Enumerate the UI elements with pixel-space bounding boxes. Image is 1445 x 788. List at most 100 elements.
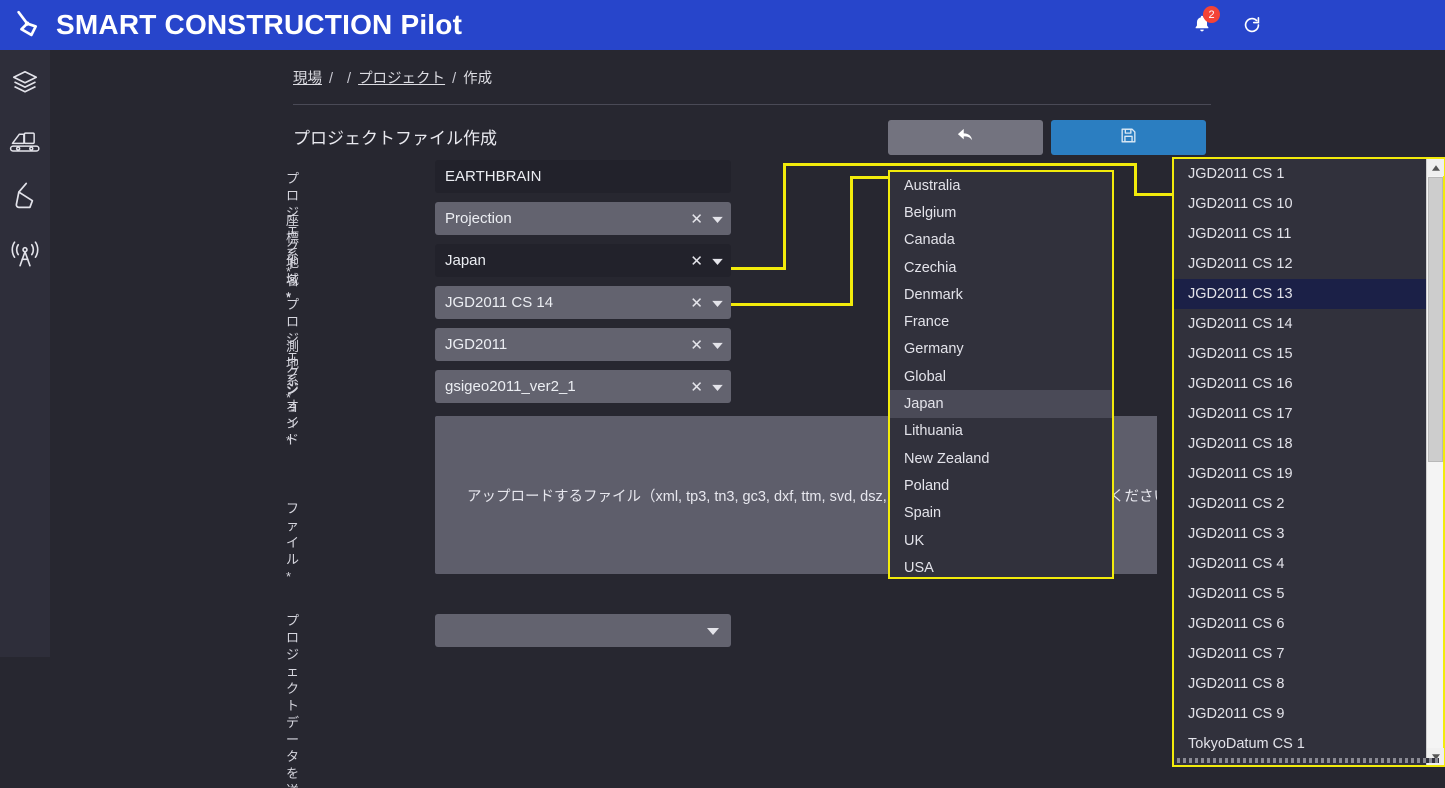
top-bar: SMART CONSTRUCTION Pilot 2 — [0, 0, 1445, 50]
file-dropzone-text: アップロードするファイル（xml, tp3, tn3, gc3, dxf, tt… — [467, 488, 887, 505]
dropdown-option[interactable]: JGD2011 CS 18 — [1174, 429, 1426, 459]
dropdown-option[interactable]: JGD2011 CS 7 — [1174, 639, 1426, 669]
notification-button[interactable]: 2 — [1191, 6, 1220, 38]
chevron-down-icon[interactable] — [707, 622, 719, 640]
clear-icon[interactable]: ✕ — [690, 294, 703, 312]
dropdown-option[interactable]: Czechia — [890, 254, 1112, 281]
projection-dropdown-scrollbar[interactable] — [1426, 159, 1444, 765]
country-dropdown[interactable]: Australia Belgium Canada Czechia Denmark Fran… — [888, 170, 1114, 579]
dropdown-option[interactable]: JGD2011 CS 6 — [1174, 609, 1426, 639]
region-value: Japan — [445, 252, 486, 269]
dropdown-option[interactable]: JGD2011 CS 17 — [1174, 399, 1426, 429]
geoid-select[interactable]: gsigeo2011_ver2_1 ✕ — [435, 370, 731, 403]
geodetic-system-select[interactable]: JGD2011 ✕ — [435, 328, 731, 361]
machine-select[interactable] — [435, 614, 731, 647]
breadcrumb-site[interactable]: 現場 — [293, 71, 322, 87]
chevron-down-icon[interactable] — [712, 210, 723, 227]
topbar-actions: 2 — [1191, 6, 1263, 38]
annotation-line-region-h2 — [783, 163, 1137, 166]
scrollbar-thumb[interactable] — [1428, 177, 1443, 462]
app-title: SMART CONSTRUCTION Pilot — [56, 9, 463, 40]
breadcrumb-sep-3: / — [452, 71, 457, 87]
excavator-arm-icon — [8, 8, 52, 42]
breadcrumb-sep-2: / — [347, 71, 352, 87]
sidebar-item-layers[interactable] — [0, 54, 50, 111]
breadcrumb: 現場 / / プロジェクト / 作成 — [293, 67, 492, 88]
file-dropzone-tail[interactable]: ください — [1110, 416, 1157, 574]
sidebar-item-bucket[interactable] — [0, 168, 50, 225]
page-title: プロジェクトファイル作成 — [293, 129, 497, 148]
dropdown-option[interactable]: Belgium — [890, 199, 1112, 226]
dropdown-option[interactable]: Spain — [890, 500, 1112, 527]
dropdown-option[interactable]: Canada — [890, 227, 1112, 254]
dropdown-option[interactable]: JGD2011 CS 1 — [1174, 159, 1426, 189]
dropdown-option[interactable]: New Zealand — [890, 445, 1112, 472]
projection-value: JGD2011 CS 14 — [445, 294, 554, 311]
clear-icon[interactable]: ✕ — [690, 378, 703, 396]
projection-select[interactable]: JGD2011 CS 14 ✕ — [435, 286, 731, 319]
project-name-value: EARTHBRAIN — [445, 168, 542, 185]
floppy-save-icon — [1119, 126, 1138, 150]
dropdown-option[interactable]: Japan — [890, 390, 1112, 418]
dropdown-option[interactable]: JGD2011 CS 10 — [1174, 189, 1426, 219]
dropdown-option[interactable]: TokyoDatum CS 1 — [1174, 729, 1426, 759]
annotation-line-region-v2 — [1134, 163, 1137, 196]
app-root: SMART CONSTRUCTION Pilot 2 現場 / / プロジェクト… — [0, 0, 1445, 788]
scroll-up-arrow-icon[interactable] — [1427, 159, 1444, 176]
dropdown-option[interactable]: JGD2011 CS 11 — [1174, 219, 1426, 249]
sidebar-item-bulldozer[interactable] — [0, 111, 50, 168]
dropdown-option[interactable]: Denmark — [890, 281, 1112, 308]
clear-icon[interactable]: ✕ — [690, 210, 703, 228]
coordinate-system-value: Projection — [445, 210, 512, 227]
chevron-down-icon[interactable] — [712, 378, 723, 395]
dropdown-option[interactable]: Global — [890, 363, 1112, 390]
project-name-input[interactable]: EARTHBRAIN — [435, 160, 731, 193]
breadcrumb-current: 作成 — [463, 71, 493, 87]
dropdown-option[interactable]: JGD2011 CS 13 — [1174, 279, 1426, 309]
chevron-down-icon[interactable] — [712, 294, 723, 311]
breadcrumb-project[interactable]: プロジェクト — [358, 71, 445, 87]
dropdown-option[interactable]: JGD2011 CS 3 — [1174, 519, 1426, 549]
file-dropzone-tail-text: ください — [1110, 488, 1157, 505]
back-button[interactable] — [888, 120, 1043, 155]
dropdown-option[interactable]: UK — [890, 527, 1112, 554]
dropdown-option[interactable]: JGD2011 CS 8 — [1174, 669, 1426, 699]
dropdown-option[interactable]: JGD2011 CS 19 — [1174, 459, 1426, 489]
dropdown-option[interactable]: JGD2011 CS 16 — [1174, 369, 1426, 399]
chevron-down-icon[interactable] — [712, 252, 723, 269]
refresh-button[interactable] — [1241, 14, 1263, 36]
notification-badge: 2 — [1203, 6, 1220, 23]
dropdown-option[interactable]: France — [890, 308, 1112, 335]
undo-arrow-icon — [955, 126, 977, 149]
dropdown-option[interactable]: JGD2011 CS 14 — [1174, 309, 1426, 339]
dropdown-option[interactable]: JGD2011 CS 4 — [1174, 549, 1426, 579]
dropdown-option[interactable]: JGD2011 CS 9 — [1174, 699, 1426, 729]
dropdown-option[interactable]: JGD2011 CS 15 — [1174, 339, 1426, 369]
dropdown-option[interactable]: Poland — [890, 472, 1112, 499]
dropdown-option[interactable]: JGD2011 CS 2 — [1174, 489, 1426, 519]
geoid-value: gsigeo2011_ver2_1 — [445, 378, 576, 395]
annotation-line-proj-h1 — [731, 303, 853, 306]
dropdown-option[interactable]: JGD2011 CS 5 — [1174, 579, 1426, 609]
dropdown-option[interactable]: USA — [890, 554, 1112, 577]
breadcrumb-sep-1: / — [329, 71, 334, 87]
coordinate-system-select[interactable]: Projection ✕ — [435, 202, 731, 235]
annotation-line-region-v1 — [783, 163, 786, 270]
annotation-line-proj-v1 — [850, 176, 853, 306]
annotation-line-region-h3 — [1134, 193, 1176, 196]
annotation-line-region-h1 — [731, 267, 786, 270]
chevron-down-icon[interactable] — [712, 336, 723, 353]
dropdown-option[interactable]: Lithuania — [890, 418, 1112, 445]
sidebar-item-antenna[interactable] — [0, 225, 50, 282]
geodetic-system-value: JGD2011 — [445, 336, 508, 353]
clear-icon[interactable]: ✕ — [690, 252, 703, 270]
projection-dropdown[interactable]: JGD2011 CS 1 JGD2011 CS 10 JGD2011 CS 11 JG… — [1172, 157, 1445, 767]
sidebar — [0, 50, 50, 657]
dropdown-option[interactable]: Germany — [890, 336, 1112, 363]
region-select[interactable]: Japan ✕ — [435, 244, 731, 277]
dropdown-option[interactable]: Australia — [890, 172, 1112, 199]
save-button[interactable] — [1051, 120, 1206, 155]
dropdown-option[interactable]: JGD2011 CS 12 — [1174, 249, 1426, 279]
label-file: ファイル * — [286, 501, 300, 584]
clear-icon[interactable]: ✕ — [690, 336, 703, 354]
